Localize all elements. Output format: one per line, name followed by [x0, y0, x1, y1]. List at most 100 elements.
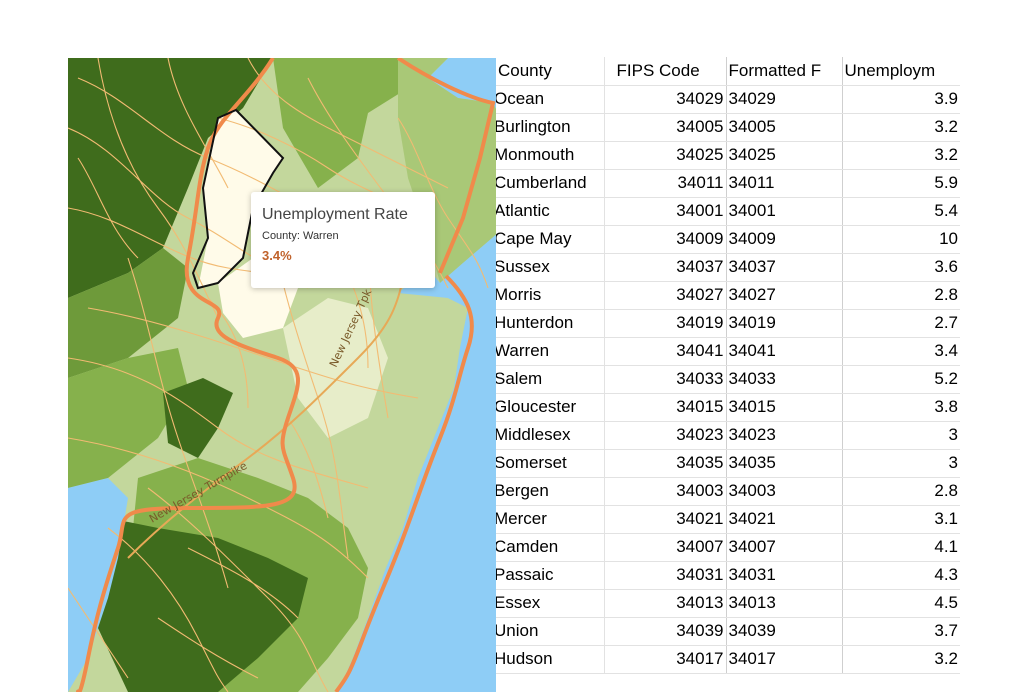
table-row[interactable]: Warren 34041 34041 3.4 [496, 337, 960, 366]
cell-county[interactable]: Cape May [496, 225, 604, 254]
cell-unemployment[interactable]: 3.4 [841, 337, 960, 366]
cell-fips[interactable]: 34023 [603, 421, 726, 450]
cell-unemployment[interactable]: 3.2 [841, 141, 960, 170]
table-row[interactable]: Morris 34027 34027 2.8 [496, 281, 960, 310]
cell-fips[interactable]: 34015 [603, 393, 726, 422]
map-canvas[interactable]: New Jersey Tpk New Jersey Turnpike [68, 58, 498, 692]
cell-formatted-fips[interactable]: 34035 [725, 449, 842, 478]
cell-unemployment[interactable]: 2.8 [841, 281, 960, 310]
cell-county[interactable]: Atlantic [496, 197, 604, 226]
cell-unemployment[interactable]: 3.1 [841, 505, 960, 534]
cell-formatted-fips[interactable]: 34039 [725, 617, 842, 646]
cell-county[interactable]: Ocean [496, 85, 604, 114]
cell-formatted-fips[interactable]: 34031 [725, 561, 842, 590]
cell-unemployment[interactable]: 4.3 [841, 561, 960, 590]
cell-unemployment[interactable]: 3.9 [841, 85, 960, 114]
table-row[interactable]: Atlantic 34001 34001 5.4 [496, 197, 960, 226]
cell-county[interactable]: Gloucester [496, 393, 604, 422]
table-row[interactable]: Passaic 34031 34031 4.3 [496, 561, 960, 590]
cell-formatted-fips[interactable]: 34003 [725, 477, 842, 506]
cell-fips[interactable]: 34025 [603, 141, 726, 170]
cell-county[interactable]: Hudson [496, 645, 604, 674]
cell-formatted-fips[interactable]: 34017 [725, 645, 842, 674]
cell-unemployment[interactable]: 5.9 [841, 169, 960, 198]
header-formatted-fips[interactable]: Formatted F [725, 57, 842, 86]
cell-formatted-fips[interactable]: 34025 [725, 141, 842, 170]
header-unemployment[interactable]: Unemploym [841, 57, 960, 86]
cell-formatted-fips[interactable]: 34007 [725, 533, 842, 562]
cell-county[interactable]: Hunterdon [496, 309, 604, 338]
cell-formatted-fips[interactable]: 34027 [725, 281, 842, 310]
cell-formatted-fips[interactable]: 34005 [725, 113, 842, 142]
table-row[interactable]: Cape May 34009 34009 10 [496, 225, 960, 254]
cell-unemployment[interactable]: 5.4 [841, 197, 960, 226]
cell-county[interactable]: Burlington [496, 113, 604, 142]
header-fips[interactable]: FIPS Code [603, 57, 726, 86]
cell-unemployment[interactable]: 4.1 [841, 533, 960, 562]
cell-fips[interactable]: 34027 [603, 281, 726, 310]
cell-formatted-fips[interactable]: 34011 [725, 169, 842, 198]
cell-fips[interactable]: 34007 [603, 533, 726, 562]
cell-fips[interactable]: 34031 [603, 561, 726, 590]
table-row[interactable]: Somerset 34035 34035 3 [496, 449, 960, 478]
cell-fips[interactable]: 34037 [603, 253, 726, 282]
cell-county[interactable]: Morris [496, 281, 604, 310]
cell-fips[interactable]: 34029 [603, 85, 726, 114]
cell-county[interactable]: Sussex [496, 253, 604, 282]
cell-formatted-fips[interactable]: 34037 [725, 253, 842, 282]
cell-fips[interactable]: 34039 [603, 617, 726, 646]
table-row[interactable]: Union 34039 34039 3.7 [496, 617, 960, 646]
cell-fips[interactable]: 34033 [603, 365, 726, 394]
cell-county[interactable]: Passaic [496, 561, 604, 590]
cell-formatted-fips[interactable]: 34013 [725, 589, 842, 618]
cell-county[interactable]: Camden [496, 533, 604, 562]
table-row[interactable]: Hudson 34017 34017 3.2 [496, 645, 960, 674]
cell-county[interactable]: Union [496, 617, 604, 646]
cell-fips[interactable]: 34019 [603, 309, 726, 338]
cell-county[interactable]: Somerset [496, 449, 604, 478]
table-row[interactable]: Camden 34007 34007 4.1 [496, 533, 960, 562]
table-row[interactable]: Cumberland 34011 34011 5.9 [496, 169, 960, 198]
cell-fips[interactable]: 34021 [603, 505, 726, 534]
table-row[interactable]: Mercer 34021 34021 3.1 [496, 505, 960, 534]
cell-fips[interactable]: 34013 [603, 589, 726, 618]
cell-formatted-fips[interactable]: 34041 [725, 337, 842, 366]
cell-unemployment[interactable]: 3.8 [841, 393, 960, 422]
cell-county[interactable]: Mercer [496, 505, 604, 534]
data-table[interactable]: County FIPS Code Formatted F Unemploym O… [496, 57, 960, 674]
table-row[interactable]: Burlington 34005 34005 3.2 [496, 113, 960, 142]
cell-formatted-fips[interactable]: 34029 [725, 85, 842, 114]
cell-county[interactable]: Essex [496, 589, 604, 618]
cell-unemployment[interactable]: 3.6 [841, 253, 960, 282]
cell-county[interactable]: Monmouth [496, 141, 604, 170]
cell-unemployment[interactable]: 3 [841, 449, 960, 478]
cell-fips[interactable]: 34017 [603, 645, 726, 674]
cell-unemployment[interactable]: 2.7 [841, 309, 960, 338]
cell-formatted-fips[interactable]: 34021 [725, 505, 842, 534]
table-row[interactable]: Monmouth 34025 34025 3.2 [496, 141, 960, 170]
cell-formatted-fips[interactable]: 34019 [725, 309, 842, 338]
table-row[interactable]: Bergen 34003 34003 2.8 [496, 477, 960, 506]
cell-fips[interactable]: 34011 [603, 169, 726, 198]
cell-unemployment[interactable]: 3.2 [841, 645, 960, 674]
cell-fips[interactable]: 34005 [603, 113, 726, 142]
cell-county[interactable]: Middlesex [496, 421, 604, 450]
table-row[interactable]: Sussex 34037 34037 3.6 [496, 253, 960, 282]
table-row[interactable]: Middlesex 34023 34023 3 [496, 421, 960, 450]
cell-county[interactable]: Bergen [496, 477, 604, 506]
cell-county[interactable]: Warren [496, 337, 604, 366]
spreadsheet[interactable]: County FIPS Code Formatted F Unemploym O… [496, 57, 960, 692]
cell-unemployment[interactable]: 4.5 [841, 589, 960, 618]
cell-fips[interactable]: 34035 [603, 449, 726, 478]
table-row[interactable]: Essex 34013 34013 4.5 [496, 589, 960, 618]
table-row[interactable]: Ocean 34029 34029 3.9 [496, 85, 960, 114]
cell-unemployment[interactable]: 3 [841, 421, 960, 450]
cell-formatted-fips[interactable]: 34001 [725, 197, 842, 226]
cell-formatted-fips[interactable]: 34009 [725, 225, 842, 254]
table-row[interactable]: Hunterdon 34019 34019 2.7 [496, 309, 960, 338]
cell-fips[interactable]: 34009 [603, 225, 726, 254]
cell-fips[interactable]: 34001 [603, 197, 726, 226]
cell-county[interactable]: Salem [496, 365, 604, 394]
cell-unemployment[interactable]: 10 [841, 225, 960, 254]
table-row[interactable]: Salem 34033 34033 5.2 [496, 365, 960, 394]
